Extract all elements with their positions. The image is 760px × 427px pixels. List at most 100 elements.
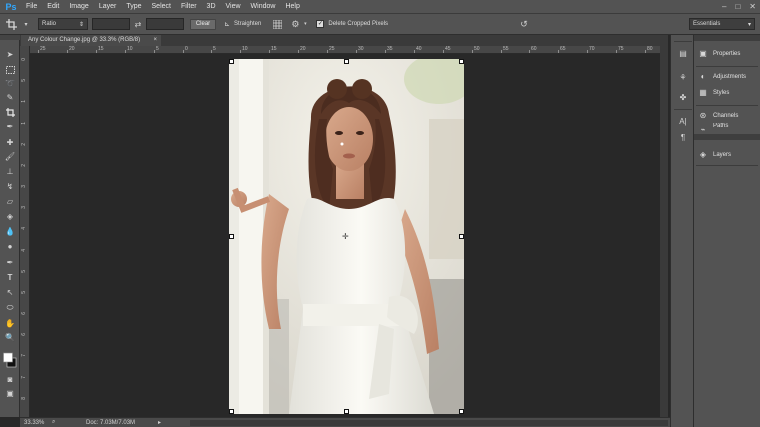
tab-close-icon[interactable]: ×	[153, 35, 157, 46]
panel-styles[interactable]: ▦ Styles	[697, 85, 757, 100]
brush-presets-icon[interactable]: ✤	[676, 91, 690, 103]
ruler-tick-label: 1	[21, 100, 27, 103]
horizontal-scrollbar[interactable]	[190, 420, 668, 426]
strip-divider	[674, 41, 692, 42]
crop-handle-top-right[interactable]	[459, 59, 464, 64]
crop-handle-bottom-left[interactable]	[229, 409, 234, 414]
ruler-tick-label: 7	[21, 376, 27, 379]
move-tool-icon[interactable]: ➤	[3, 49, 17, 60]
color-swatches-icon[interactable]	[3, 349, 17, 371]
clear-button[interactable]: Clear	[190, 18, 216, 30]
panel-channels[interactable]: ⊛ Channels	[697, 108, 757, 123]
panel-adjustments-label: Adjustments	[713, 73, 747, 80]
crop-handle-bottom-right[interactable]	[459, 409, 464, 414]
status-menu-arrow-icon[interactable]: ▸	[158, 419, 161, 426]
quick-mask-icon[interactable]: ◙	[3, 374, 17, 385]
history-panel-icon[interactable]: ▤	[676, 47, 690, 59]
paint-bucket-tool-icon[interactable]: ◈	[3, 211, 17, 222]
crop-handle-left[interactable]	[229, 234, 234, 239]
overlay-grid-icon[interactable]	[270, 19, 284, 29]
swap-dimensions-icon[interactable]: ⇄	[130, 20, 146, 29]
menu-edit[interactable]: Edit	[42, 0, 64, 14]
ruler-tick-label: 55	[503, 46, 509, 52]
maximize-button[interactable]: □	[735, 0, 740, 14]
collapsed-panels-strip: ▤ ⚘ ✤ A| ¶	[670, 35, 694, 427]
panel-layers[interactable]: ◈ Layers	[697, 147, 757, 162]
vertical-scrollbar[interactable]	[660, 46, 668, 417]
menu-file[interactable]: File	[21, 0, 42, 14]
workspace-select[interactable]: Essentials ▾	[689, 18, 755, 30]
zoom-level[interactable]: 33.33%	[24, 420, 48, 426]
menu-image[interactable]: Image	[64, 0, 93, 14]
pen-tool-icon[interactable]: ✒	[3, 257, 17, 268]
history-brush-tool-icon[interactable]: ↯	[3, 181, 17, 192]
crop-handle-bottom[interactable]	[344, 409, 349, 414]
eraser-tool-icon[interactable]: ▱	[3, 196, 17, 207]
document-tab[interactable]: Any Colour Change.jpg @ 33.3% (RGB/8) ×	[21, 35, 161, 46]
minimize-button[interactable]: –	[722, 0, 726, 14]
ratio-width-field[interactable]	[92, 18, 130, 30]
ruler-tick-label: 70	[589, 46, 595, 52]
dock-header[interactable]	[694, 134, 760, 140]
menu-3d[interactable]: 3D	[202, 0, 221, 14]
brush-tool-icon[interactable]: 🖌	[3, 151, 17, 162]
ratio-select[interactable]: Ratio ⇕	[38, 18, 88, 30]
gear-icon[interactable]: ⚙	[288, 19, 302, 30]
screen-mode-icon[interactable]: ▣	[3, 388, 17, 399]
healing-brush-tool-icon[interactable]: ✚	[3, 137, 17, 148]
vertical-ruler[interactable]: 0 5 1 1 2 2 3 3 4 4 5 5 6 6 7 7 8	[20, 46, 30, 417]
clone-stamp-tool-icon[interactable]: ⊥	[3, 166, 17, 177]
panel-adjustments[interactable]: ◐ Adjustments	[697, 69, 757, 84]
close-button[interactable]: ✕	[749, 0, 756, 14]
crop-tool-icon[interactable]	[3, 107, 17, 118]
paragraph-panel-icon[interactable]: ¶	[676, 131, 690, 143]
crop-handle-top[interactable]	[344, 59, 349, 64]
lasso-tool-icon[interactable]: ➰	[3, 78, 17, 89]
quick-selection-tool-icon[interactable]: ✎	[3, 92, 17, 103]
ruler-tick-label: 5	[213, 46, 216, 52]
straighten-icon[interactable]: ⊾	[220, 20, 234, 28]
crop-handle-right[interactable]	[459, 234, 464, 239]
layers-icon: ◈	[699, 150, 707, 159]
shape-tool-icon[interactable]: ⬭	[3, 302, 17, 313]
menu-view[interactable]: View	[221, 0, 246, 14]
blur-tool-icon[interactable]: 💧	[3, 226, 17, 237]
ruler-tick-label: 6	[21, 333, 27, 336]
ratio-height-field[interactable]	[146, 18, 184, 30]
menu-filter[interactable]: Filter	[176, 0, 202, 14]
hand-tool-icon[interactable]: ✋	[3, 318, 17, 329]
eyedropper-tool-icon[interactable]: ✒	[3, 121, 17, 132]
marquee-tool-icon[interactable]	[3, 64, 17, 75]
dock-header[interactable]	[694, 35, 760, 41]
menu-help[interactable]: Help	[280, 0, 304, 14]
menu-select[interactable]: Select	[147, 0, 176, 14]
reset-crop-icon[interactable]: ↺	[517, 18, 531, 31]
panel-grip[interactable]	[0, 35, 20, 40]
path-selection-tool-icon[interactable]: ↖	[3, 287, 17, 298]
menu-layer[interactable]: Layer	[94, 0, 122, 14]
zoom-tool-icon[interactable]: 🔍	[3, 332, 17, 343]
delete-cropped-checkbox[interactable]: ✓	[316, 20, 325, 28]
chevron-down-icon[interactable]: ▾	[302, 21, 308, 27]
actions-panel-icon[interactable]: ⚘	[676, 71, 690, 83]
crop-tool-preset-icon[interactable]	[0, 18, 22, 30]
type-tool-icon[interactable]: T	[3, 272, 17, 283]
properties-icon: ▣	[699, 49, 707, 58]
ruler-tick	[472, 50, 473, 53]
panel-properties[interactable]: ▣ Properties	[697, 46, 757, 61]
document-image[interactable]: ✛	[229, 59, 464, 414]
menu-type[interactable]: Type	[121, 0, 146, 14]
menu-window[interactable]: Window	[246, 0, 281, 14]
crop-center-icon[interactable]: ✛	[342, 232, 349, 241]
canvas-area[interactable]: ✛	[30, 54, 666, 417]
chevron-down-icon[interactable]: ▾	[22, 21, 30, 28]
panel-paths[interactable]: ⌁ Paths	[697, 123, 757, 133]
ruler-tick	[269, 50, 270, 53]
ruler-tick-label: 6	[21, 312, 27, 315]
dodge-tool-icon[interactable]: ●	[3, 241, 17, 252]
status-info-icon[interactable]: ⌕	[52, 419, 62, 426]
character-panel-icon[interactable]: A|	[676, 115, 690, 127]
straighten-label[interactable]: Straighten	[234, 21, 261, 27]
horizontal-ruler[interactable]: 25 20 15 10 5 0 5 10 15 20 25 30 35 40 45 50 55 60 65 70 75 8…	[30, 46, 666, 54]
crop-handle-top-left[interactable]	[229, 59, 234, 64]
